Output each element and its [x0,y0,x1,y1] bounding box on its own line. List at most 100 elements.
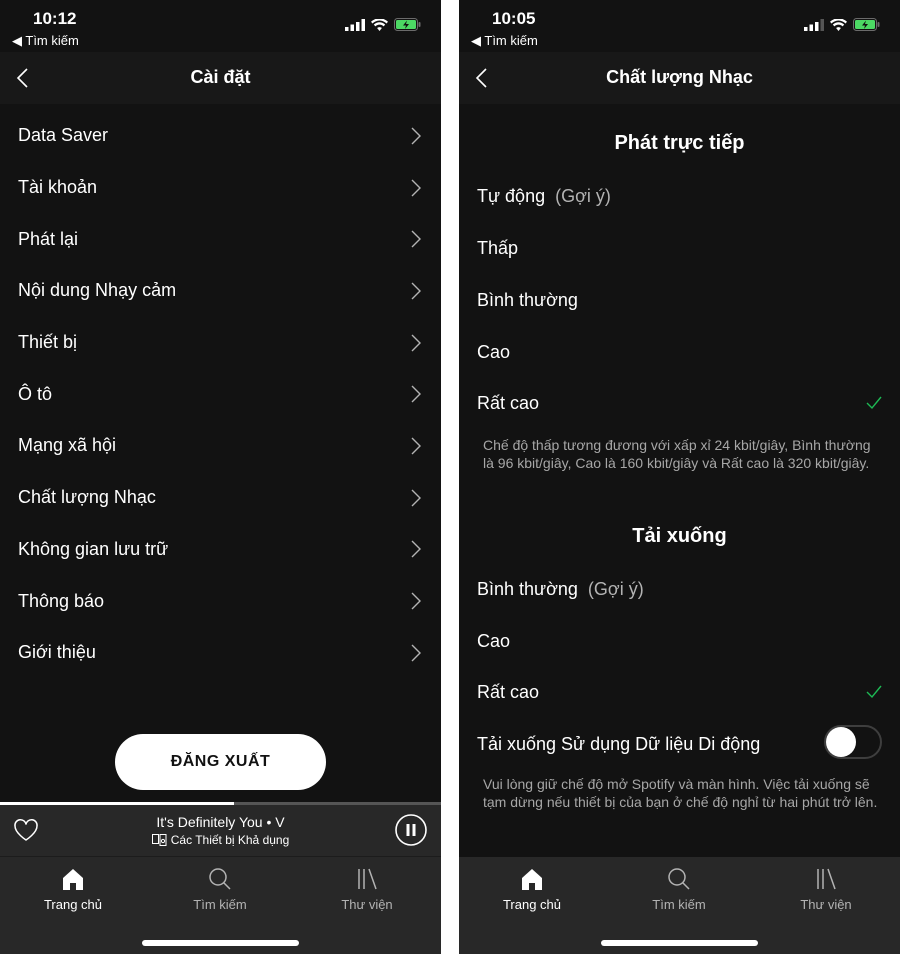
tab-label: Thư viện [800,897,852,912]
chevron-right-icon [411,385,421,403]
option-label: Thấp [477,237,519,258]
status-bar: 10:05 ◀ Tìm kiếm [459,0,900,52]
download-option-high[interactable]: Cao [477,629,882,653]
settings-item-playback[interactable]: Phát lại [0,213,441,265]
tab-search[interactable]: Tìm kiếm [165,867,275,912]
settings-item-about[interactable]: Giới thiệu [0,627,441,679]
streaming-option-auto[interactable]: Tự động (Gợi ý) [477,184,882,208]
tab-label: Tìm kiếm [193,897,247,912]
home-icon [522,869,542,890]
tab-label: Tìm kiếm [652,897,706,912]
tab-library[interactable]: Thư viện [312,867,422,912]
chevron-right-icon [411,127,421,145]
option-label: Rất cao [477,392,540,413]
page-title: Cài đặt [190,67,251,87]
tab-home[interactable]: Trang chủ [18,867,128,912]
nav-bar: Chất lượng Nhạc [459,52,900,104]
cellular-download-row: Tải xuống Sử dụng Dữ liệu Di động [477,725,900,759]
chevron-right-icon [411,179,421,197]
wifi-icon [371,18,388,31]
home-indicator [142,940,299,946]
settings-item-label: Chất lượng Nhạc [18,487,156,508]
settings-item-label: Giới thiệu [18,642,96,663]
checkmark-icon [866,685,882,699]
chevron-right-icon [411,230,421,248]
tab-bar: Trang chủ Tìm kiếm Thư viện [459,857,900,954]
nav-bar: Cài đặt [0,52,441,104]
library-icon [358,868,377,890]
option-label: Bình thường [477,289,578,310]
back-to-app-link[interactable]: ◀ Tìm kiếm [12,33,79,49]
tab-search[interactable]: Tìm kiếm [624,867,734,912]
tab-home[interactable]: Trang chủ [477,867,587,912]
wifi-icon [830,18,847,31]
music-quality-screen: 10:05 ◀ Tìm kiếm Chất lượng Nhạc Phát tr… [459,0,900,954]
signal-icon [804,18,824,31]
settings-item-social[interactable]: Mạng xã hội [0,420,441,472]
streaming-option-low[interactable]: Thấp [477,236,882,260]
settings-item-devices[interactable]: Thiết bị [0,317,441,369]
settings-item-storage[interactable]: Không gian lưu trữ [0,524,441,576]
option-label: Cao [477,341,511,362]
download-option-normal[interactable]: Bình thường (Gợi ý) [477,577,882,601]
settings-item-label: Data Saver [18,125,109,146]
option-label: Rất cao [477,681,540,702]
streaming-heading: Phát trực tiếp [614,132,745,154]
mini-player[interactable]: It's Definitely You • V Các Thiết bị Khả… [0,805,441,857]
streaming-option-very-high[interactable]: Rất cao [477,391,882,415]
option-hint: (Gợi ý) [587,578,644,599]
option-label: Bình thường [477,578,578,599]
pause-icon[interactable] [395,814,427,846]
option-hint: (Gợi ý) [555,185,611,206]
cellular-download-label: Tải xuống Sử dụng Dữ liệu Di động [477,733,761,754]
chevron-right-icon [411,540,421,558]
tab-bar: Trang chủ Tìm kiếm Thư viện [0,857,441,954]
home-icon [63,869,83,890]
settings-item-music-quality[interactable]: Chất lượng Nhạc [0,472,441,524]
tab-label: Trang chủ [502,897,562,912]
option-label: Cao [477,630,511,651]
cellular-download-toggle[interactable] [824,725,882,759]
battery-charging-icon [394,18,421,31]
settings-item-car[interactable]: Ô tô [0,368,441,420]
settings-screen: 10:12 ◀ Tìm kiếm Cài đặt Data Saver Tài … [0,0,441,954]
home-indicator [601,940,758,946]
settings-item-label: Mạng xã hội [18,435,117,456]
settings-item-label: Thiết bị [18,332,78,353]
download-option-very-high[interactable]: Rất cao [477,680,882,704]
settings-item-account[interactable]: Tài khoản [0,162,441,214]
chevron-right-icon [411,644,421,662]
settings-list: Data Saver Tài khoản Phát lại Nội dung N… [0,110,441,679]
streaming-option-normal[interactable]: Bình thường [477,288,882,312]
download-note: Vui lòng giữ chế độ mở Spotify và màn hì… [483,776,878,810]
tab-label: Trang chủ [43,897,103,912]
settings-item-explicit-content[interactable]: Nội dung Nhạy cảm [0,265,441,317]
tab-label: Thư viện [341,897,393,912]
library-icon [817,868,836,890]
toggle-knob [826,727,856,757]
chevron-right-icon [411,282,421,300]
chevron-right-icon [411,437,421,455]
search-icon [209,868,231,890]
logout-button[interactable]: ĐĂNG XUẤT [115,734,326,790]
page-title: Chất lượng Nhạc [606,67,753,87]
streaming-option-high[interactable]: Cao [477,340,882,364]
chevron-right-icon [411,592,421,610]
device-label: Các Thiết bị Khả dụng [170,833,290,847]
settings-item-notifications[interactable]: Thông báo [0,575,441,627]
settings-item-label: Ô tô [18,383,53,404]
settings-item-label: Không gian lưu trữ [18,538,169,559]
download-heading: Tải xuống [632,525,727,547]
settings-item-label: Nội dung Nhạy cảm [18,280,177,301]
search-icon [668,868,690,890]
chevron-right-icon [411,489,421,507]
streaming-note: Chế độ thấp tương đương với xấp xỉ 24 kb… [483,437,871,471]
status-time: 10:12 [33,9,77,28]
tab-library[interactable]: Thư viện [771,867,881,912]
settings-item-label: Tài khoản [18,177,98,198]
battery-charging-icon [853,18,880,31]
settings-item-data-saver[interactable]: Data Saver [0,110,441,162]
back-to-app-link[interactable]: ◀ Tìm kiếm [471,33,538,49]
status-time: 10:05 [492,9,536,28]
option-label: Tự động [477,185,546,206]
